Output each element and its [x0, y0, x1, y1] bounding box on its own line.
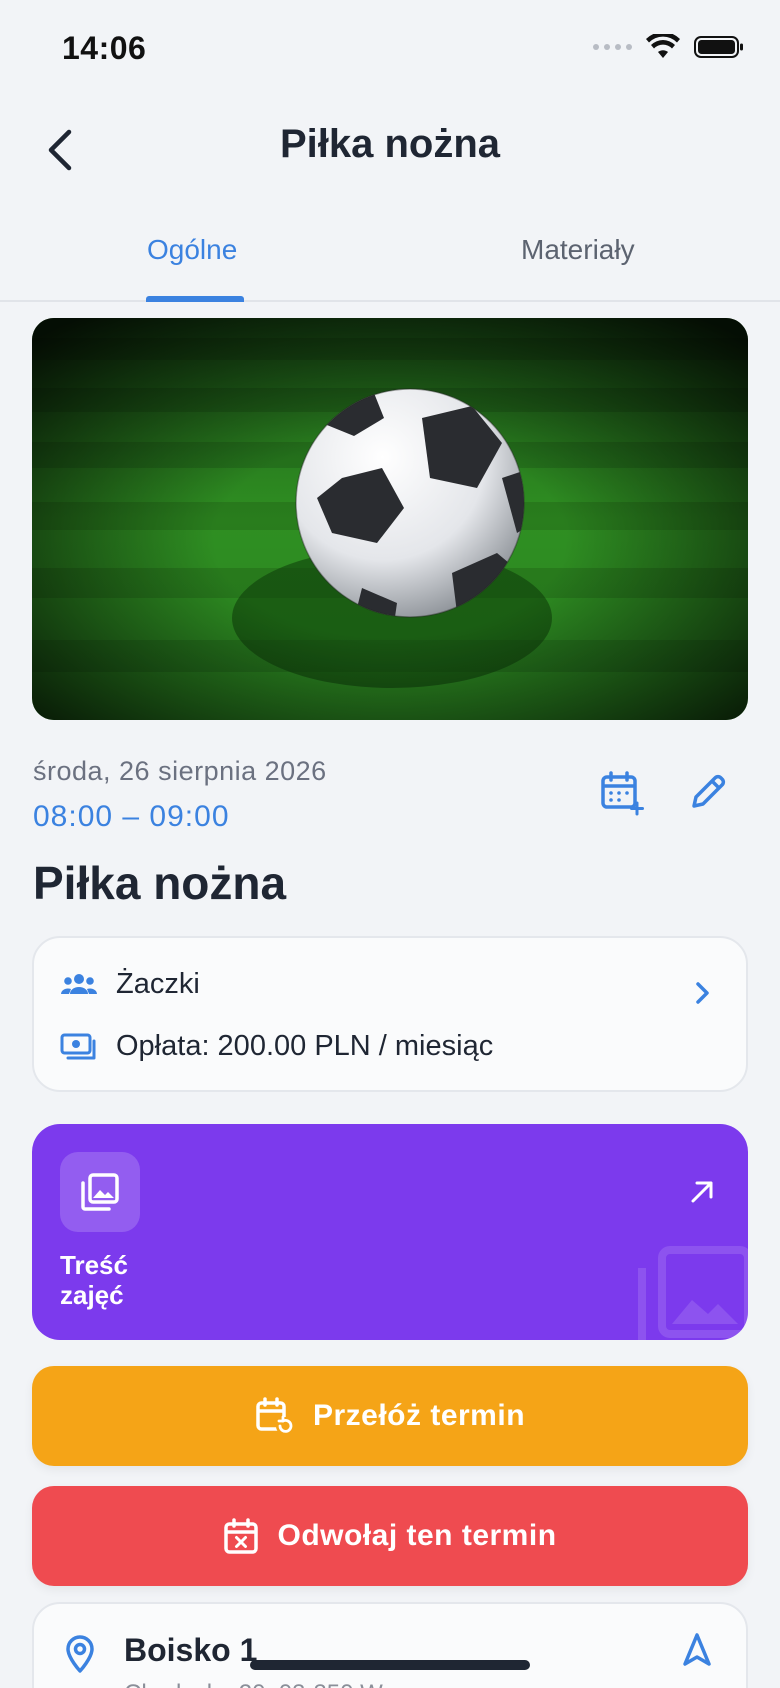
edit-button[interactable]	[678, 762, 738, 822]
status-icons	[593, 34, 744, 60]
event-info-card: Żaczki Opłata: 200.00 PLN / miesiąc	[32, 936, 748, 1092]
location-name: Boisko 1	[124, 1632, 258, 1668]
fee-row: Opłata: 200.00 PLN / miesiąc	[60, 1030, 493, 1063]
chevron-right-icon	[696, 982, 709, 1004]
lesson-content-label: Treść zajęć	[60, 1250, 128, 1310]
home-indicator	[250, 1660, 530, 1670]
status-bar: 14:06	[0, 0, 780, 100]
status-time: 14:06	[62, 30, 147, 66]
image-gallery-icon	[81, 1173, 119, 1211]
event-time: 08:00 – 09:00	[33, 800, 230, 833]
gallery-icon-box	[60, 1152, 140, 1232]
group-name: Żaczki	[116, 968, 200, 1000]
reschedule-button[interactable]: Przełóż termin	[32, 1366, 748, 1466]
event-date: środa, 26 sierpnia 2026	[33, 756, 327, 786]
pencil-icon	[692, 774, 726, 808]
battery-icon	[694, 36, 743, 58]
wifi-icon	[646, 34, 680, 58]
arrow-up-right-icon	[691, 1181, 713, 1203]
external-link-arrow	[688, 1178, 716, 1211]
cancel-term-label: Odwołaj ten termin	[277, 1519, 557, 1552]
location-address: Chodecka 20, 03-350 W...	[124, 1680, 402, 1688]
navigation-icon[interactable]	[682, 1632, 712, 1668]
add-to-calendar-button[interactable]	[592, 762, 652, 822]
calendar-refresh-icon	[256, 1397, 294, 1435]
gallery-watermark-icon	[636, 1242, 748, 1340]
group-chevron[interactable]	[694, 980, 712, 1011]
tab-materials[interactable]: Materiały	[521, 234, 635, 266]
lesson-content-card[interactable]: Treść zajęć	[32, 1124, 748, 1340]
map-pin-icon	[66, 1635, 94, 1673]
group-icon	[60, 973, 98, 994]
group-row[interactable]: Żaczki	[60, 968, 200, 1001]
event-title: Piłka nożna	[33, 857, 287, 909]
calendar-plus-icon	[601, 771, 644, 816]
tab-bar: Ogólne Materiały	[0, 210, 780, 302]
cancel-term-button[interactable]: Odwołaj ten termin	[32, 1486, 748, 1586]
location-card[interactable]: Boisko 1 Chodecka 20, 03-350 W...	[32, 1602, 748, 1688]
tab-general[interactable]: Ogólne	[147, 234, 237, 266]
calendar-x-icon	[224, 1518, 259, 1554]
signal-icon	[593, 44, 632, 50]
navigation-bar: Piłka nożna	[0, 100, 780, 200]
event-hero-image	[32, 318, 748, 720]
reschedule-label: Przełóż termin	[312, 1399, 526, 1432]
tab-indicator	[146, 296, 244, 302]
money-icon	[60, 1033, 96, 1059]
fee-text: Opłata: 200.00 PLN / miesiąc	[116, 1030, 494, 1062]
page-title: Piłka nożna	[279, 122, 501, 166]
